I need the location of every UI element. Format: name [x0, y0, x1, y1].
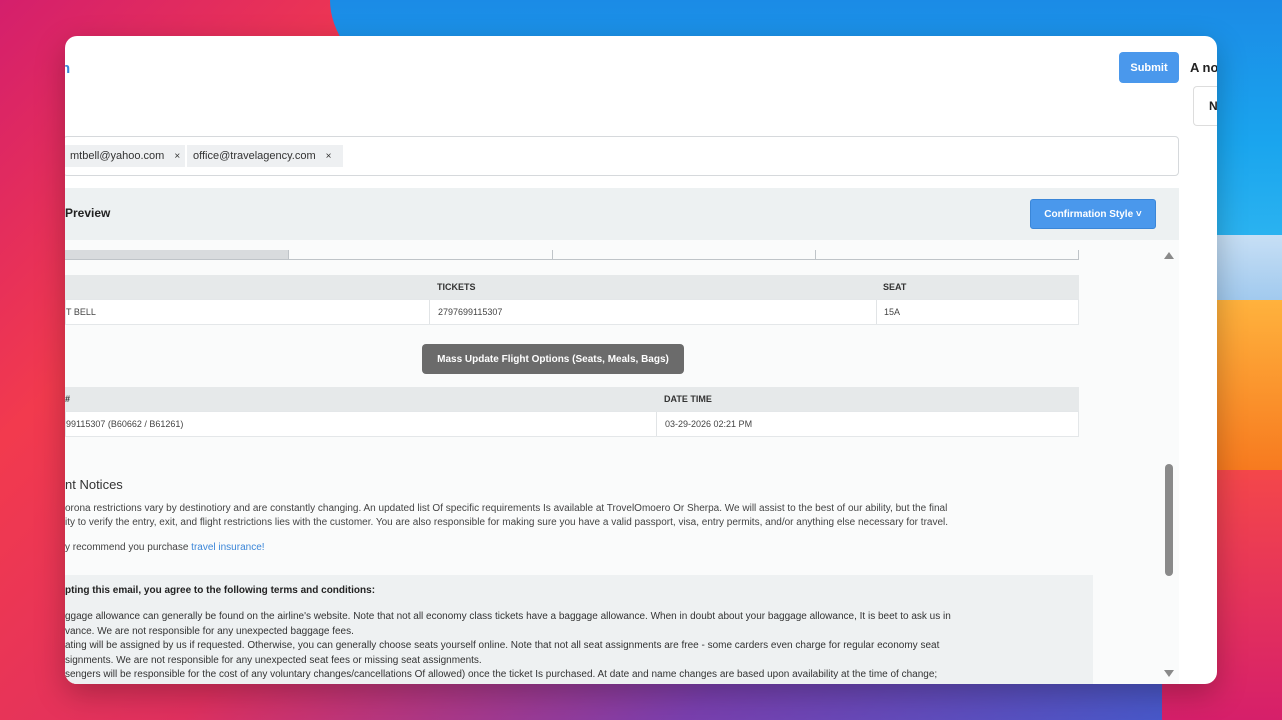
email-chip-label: office@travelagency.com: [193, 150, 316, 162]
app-window: n Submit A no N mtbell@yahoo.com × offic…: [65, 36, 1217, 684]
remove-chip-icon[interactable]: ×: [174, 151, 180, 162]
table-row: T BELL 2797699115307 15A: [65, 299, 1079, 325]
table-header: # DATE TIME: [65, 387, 1079, 411]
segment-tab[interactable]: [553, 250, 816, 259]
seat-value: 15A: [884, 307, 901, 317]
table-header: TICKETS SEAT: [65, 275, 1079, 299]
passenger-name: T BELL: [66, 307, 96, 317]
side-panel-title: A no: [1190, 60, 1217, 75]
scroll-up-icon[interactable]: [1164, 252, 1174, 259]
recipient-email-field[interactable]: mtbell@yahoo.com × office@travelagency.c…: [65, 136, 1179, 176]
mass-update-flight-options-button[interactable]: Mass Update Flight Options (Seats, Meals…: [422, 344, 684, 374]
email-chip: office@travelagency.com ×: [187, 145, 343, 167]
terms-line: vance. We are not responsible for any un…: [65, 625, 354, 637]
notice-line: orona restrictions vary by destinotiory …: [65, 503, 948, 514]
segment-tab[interactable]: [289, 250, 553, 259]
submit-button[interactable]: Submit: [1119, 52, 1179, 83]
terms-line: ggage allowance can generally be found o…: [65, 611, 951, 622]
segment-tab[interactable]: [816, 250, 1079, 259]
terms-line: signments. We are not responsible for an…: [65, 654, 482, 666]
travel-insurance-link[interactable]: travel insurance!: [191, 542, 264, 553]
segment-tab[interactable]: [65, 250, 289, 259]
insurance-recommendation: y recommend you purchase travel insuranc…: [65, 542, 265, 553]
ticket-date-time: 03-29-2026 02:21 PM: [665, 419, 753, 429]
ticket-number: 2797699115307: [438, 307, 503, 317]
preview-header: Preview Confirmation Style ˅: [65, 188, 1179, 240]
insurance-text: y recommend you purchase: [65, 542, 192, 553]
column-header: DATE TIME: [664, 394, 712, 404]
terms-section: pting this email, you agree to the follo…: [65, 575, 1093, 684]
column-header: #: [65, 394, 71, 404]
column-header: TICKETS: [437, 282, 476, 292]
notices-title: nt Notices: [65, 477, 123, 492]
side-panel-box-letter: N: [1209, 99, 1217, 113]
email-chip: mtbell@yahoo.com ×: [65, 145, 185, 167]
side-panel-box[interactable]: N: [1193, 86, 1217, 126]
confirmation-style-dropdown[interactable]: Confirmation Style ˅: [1030, 199, 1156, 229]
scroll-down-icon[interactable]: [1164, 670, 1174, 677]
preview-scroll-area[interactable]: TICKETS SEAT T BELL 2797699115307 15A Ma…: [65, 240, 1179, 684]
scrollbar-thumb[interactable]: [1165, 464, 1173, 576]
terms-line: sengers will be responsible for the cost…: [65, 669, 938, 680]
email-chip-label: mtbell@yahoo.com: [70, 150, 165, 162]
terms-body: ggage allowance can generally be found o…: [65, 610, 1075, 683]
preview-title: Preview: [65, 206, 111, 220]
notices-text: orona restrictions vary by destinotiory …: [65, 502, 1075, 530]
notice-line: ity to verify the entry, exit, and fligh…: [65, 517, 949, 528]
ticket-record: 99115307 (B60662 / B61261): [66, 419, 184, 429]
segment-tabs: [65, 250, 1079, 260]
remove-chip-icon[interactable]: ×: [326, 151, 332, 162]
page-title-fragment: n: [65, 60, 71, 77]
terms-line: ating will be assigned by us if requeste…: [65, 640, 940, 651]
column-header: SEAT: [883, 282, 907, 292]
table-row: 99115307 (B60662 / B61261) 03-29-2026 02…: [65, 411, 1079, 437]
terms-heading: pting this email, you agree to the follo…: [65, 585, 376, 596]
